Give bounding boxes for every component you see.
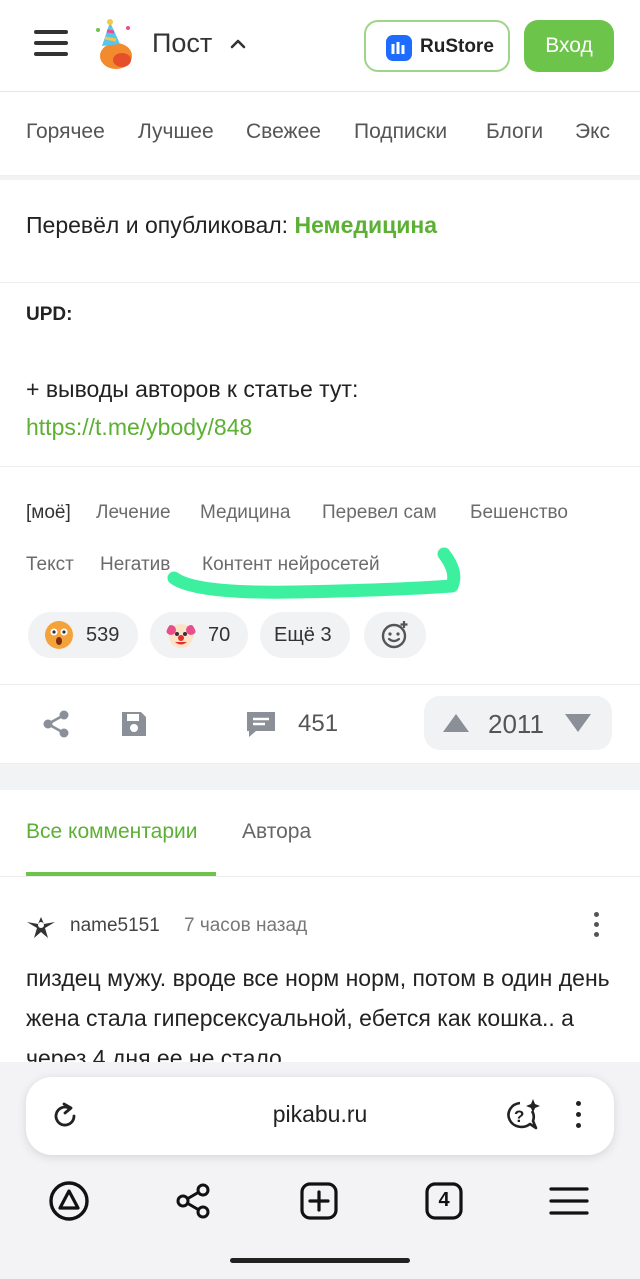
divider [0, 876, 640, 877]
comment-more-icon[interactable] [592, 912, 600, 942]
tab-author-comments[interactable]: Автора [242, 820, 311, 844]
chevron-up-icon[interactable] [230, 36, 246, 52]
comments-icon[interactable] [244, 708, 278, 740]
tag-text[interactable]: Текст [26, 554, 74, 576]
post-card: Перевёл и опубликовал: Немедицина UPD: +… [0, 180, 640, 764]
tab-subscriptions[interactable]: Подписки [354, 120, 447, 144]
comment-username[interactable]: name5151 [70, 915, 160, 937]
reaction-count: 539 [86, 624, 120, 646]
tab-blogs[interactable]: Блоги [486, 120, 543, 144]
rustore-icon [386, 35, 412, 61]
browser-menu-icon[interactable] [574, 1101, 582, 1131]
rustore-button[interactable]: RuStore [364, 20, 510, 72]
clown-face-icon [166, 624, 196, 648]
tab-hot[interactable]: Горячее [26, 120, 105, 144]
translator-line: Перевёл и опубликовал: Немедицина [26, 212, 437, 239]
more-reactions-button[interactable]: Ещё 3 [260, 612, 350, 658]
more-reactions-label: Ещё 3 [274, 624, 332, 646]
tab-count: 4 [438, 1189, 450, 1211]
comments-count[interactable]: 451 [298, 710, 338, 738]
feed-tabs: Горячее Лучшее Свежее Подписки Блоги Экс [0, 92, 640, 176]
conclusions-text: + выводы авторов к статье тут: [26, 376, 359, 402]
add-reaction-button[interactable] [364, 612, 426, 658]
avatar[interactable] [24, 908, 58, 942]
browser-hamburger-icon[interactable] [548, 1180, 590, 1222]
translator-link[interactable]: Немедицина [294, 212, 437, 238]
divider [0, 466, 640, 467]
translator-label: Перевёл и опубликовал: [26, 212, 289, 238]
divider [0, 684, 640, 685]
highlight-scribble [167, 547, 461, 599]
comment-text: пиздец мужу. вроде все норм норм, потом … [26, 965, 610, 1071]
tabs-switcher[interactable]: 4 [423, 1180, 465, 1222]
divider [0, 282, 640, 283]
upd-heading: UPD: [26, 304, 73, 325]
tab-fresh[interactable]: Свежее [246, 120, 321, 144]
menu-icon[interactable] [34, 30, 68, 60]
share-icon[interactable] [40, 708, 72, 740]
rustore-label: RuStore [420, 36, 494, 57]
svg-text:?: ? [514, 1107, 524, 1126]
tag-rabies[interactable]: Бешенство [470, 502, 568, 524]
share-page-icon[interactable] [173, 1180, 215, 1222]
tag-mine[interactable]: [моё] [26, 502, 71, 524]
home-indicator[interactable] [230, 1258, 410, 1263]
reaction-count: 70 [208, 624, 231, 646]
tag-treatment[interactable]: Лечение [96, 502, 171, 524]
tab-best[interactable]: Лучшее [138, 120, 214, 144]
login-button[interactable]: Вход [524, 20, 614, 72]
comment-time: 7 часов назад [184, 915, 308, 936]
page-title[interactable]: Пост [152, 28, 212, 59]
reaction-clown[interactable]: 70 [150, 612, 248, 658]
ai-assistant-icon[interactable]: ? [504, 1097, 542, 1133]
rating-value: 2011 [488, 709, 544, 739]
reaction-scared[interactable]: 539 [28, 612, 138, 658]
rating-widget: 2011 [424, 696, 612, 750]
add-emoji-icon [381, 621, 408, 649]
pikabu-logo[interactable] [92, 18, 136, 72]
telegram-link[interactable]: https://t.me/ybody/848 [26, 414, 252, 441]
tag-negative[interactable]: Негатив [100, 554, 170, 576]
upvote-icon[interactable] [442, 712, 470, 734]
tab-expert[interactable]: Экс [575, 120, 610, 144]
tag-medicine[interactable]: Медицина [200, 502, 290, 524]
page: Пост RuStore Вход Горячее Лучшее Свежее … [0, 0, 640, 1279]
new-tab-icon[interactable] [298, 1180, 340, 1222]
tab-all-comments[interactable]: Все комментарии [26, 820, 197, 844]
downvote-icon[interactable] [564, 712, 592, 734]
save-icon[interactable] [118, 708, 150, 740]
tag-translated-myself[interactable]: Перевел сам [322, 502, 437, 524]
app-header: Пост RuStore Вход [0, 0, 640, 92]
alice-icon[interactable] [48, 1180, 90, 1222]
address-bar[interactable]: pikabu.ru ? [26, 1077, 614, 1155]
scared-face-icon [45, 621, 73, 649]
